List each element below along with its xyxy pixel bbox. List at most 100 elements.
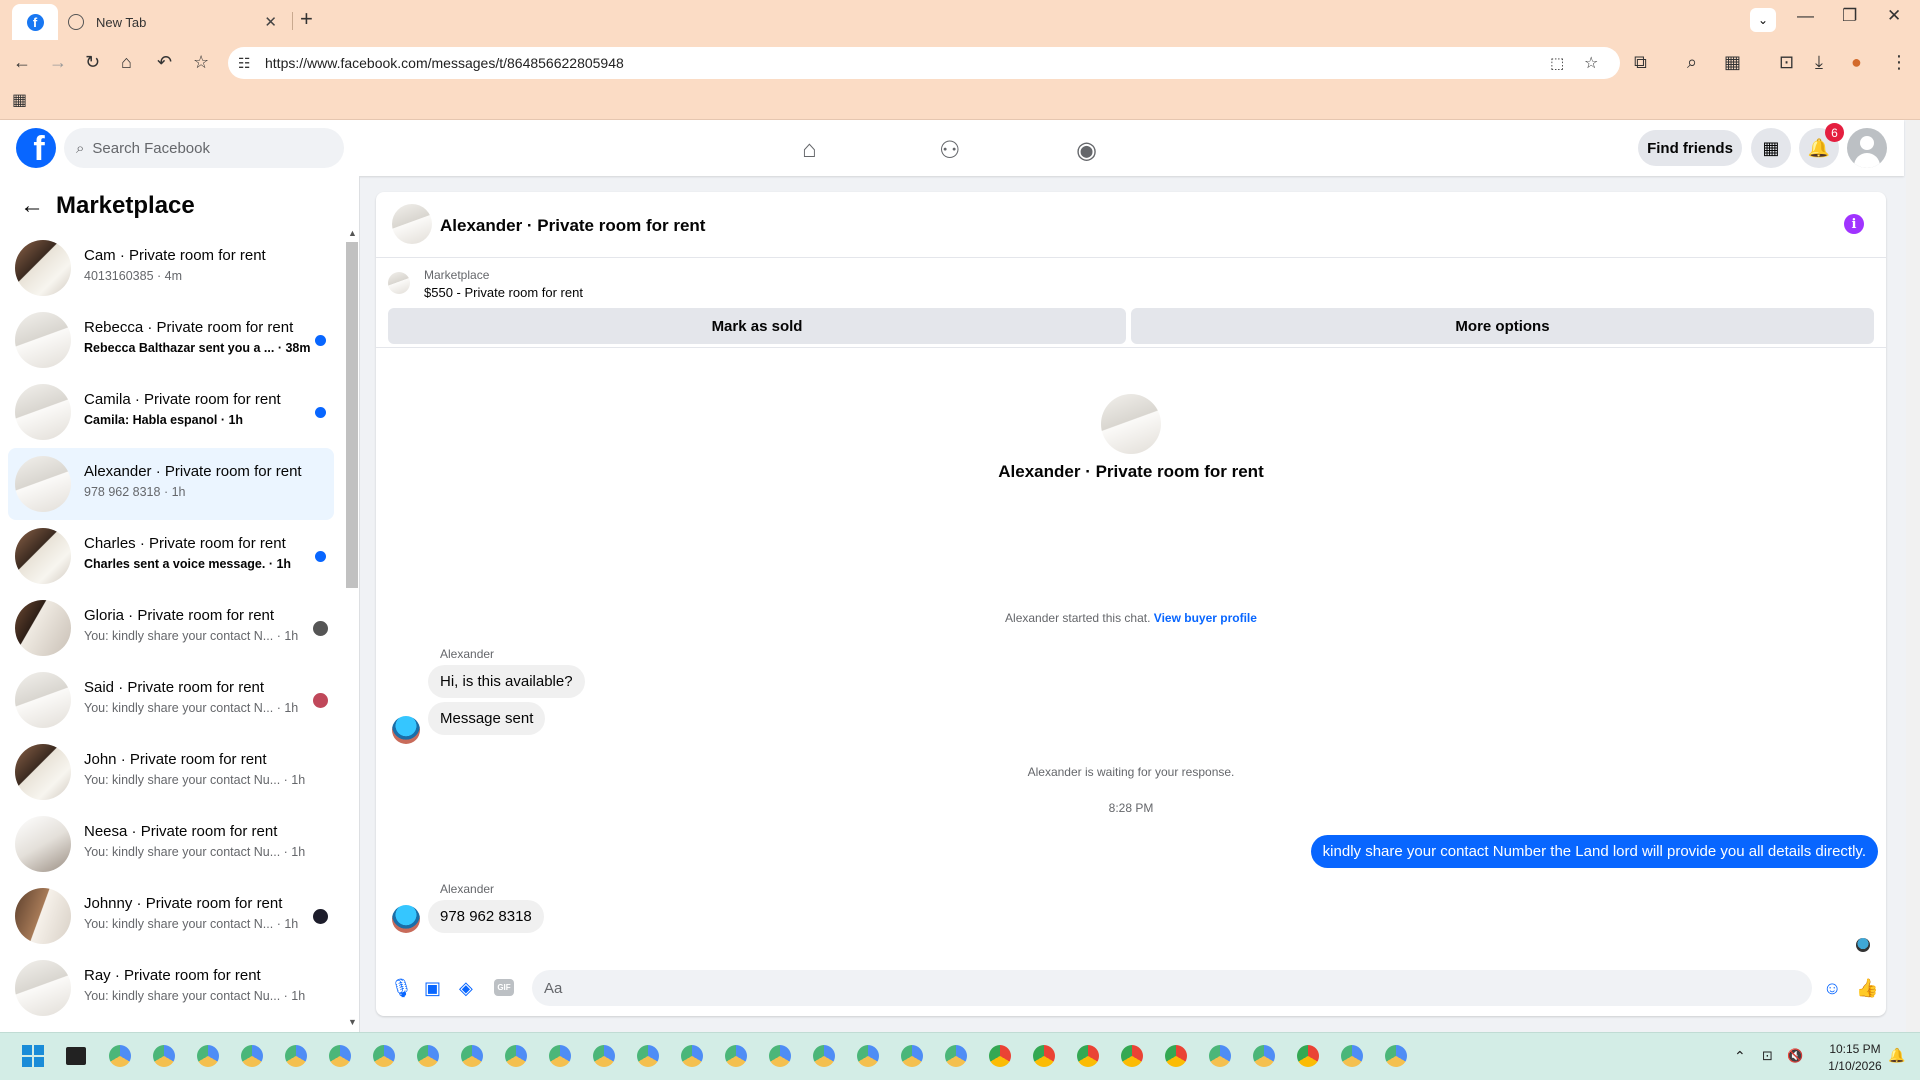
taskbar-browser-icon[interactable] [373,1045,395,1067]
friends-nav-icon[interactable]: ⚇ [939,136,961,165]
conversation-item[interactable]: Gloria · Private room for rent You: kindl… [8,592,334,664]
forward-icon[interactable]: → [49,52,67,73]
tab-facebook[interactable]: f [12,4,58,40]
message-bubble-in[interactable]: 978 962 8318 [428,900,544,933]
mark-as-sold-button[interactable]: Mark as sold [388,308,1126,344]
taskbar-browser-icon[interactable] [285,1045,307,1067]
taskbar-browser-icon[interactable] [1077,1045,1099,1067]
taskbar-browser-icon[interactable] [681,1045,703,1067]
taskbar-browser-icon[interactable] [769,1045,791,1067]
taskbar-browser-icon[interactable] [593,1045,615,1067]
tab-new-tab[interactable]: New Tab ✕ [62,4,287,40]
taskbar-browser-icon[interactable] [857,1045,879,1067]
message-bubble-in[interactable]: Message sent [428,702,546,735]
download-icon[interactable]: ⤓ [1815,52,1823,73]
thumbs-up-icon[interactable]: 👍 [1856,978,1878,999]
back-icon[interactable]: ← [13,52,31,73]
tab-search-icon[interactable]: ⌄ [1750,8,1776,32]
home-icon[interactable]: ⌂ [121,52,132,73]
taskbar-browser-icon[interactable] [1341,1045,1363,1067]
sender-avatar[interactable] [392,716,420,744]
qr-icon[interactable]: ▦ [1724,52,1741,73]
message-bubble-out[interactable]: kindly share your contact Number the Lan… [1310,835,1878,868]
taskbar-browser-icon[interactable] [901,1045,923,1067]
taskbar-browser-icon[interactable] [241,1045,263,1067]
clock[interactable]: 10:15 PM 1/10/2026 [1820,1042,1890,1073]
taskbar-browser-icon[interactable] [109,1045,131,1067]
apps-grid-icon[interactable]: ▦ [12,90,27,110]
zoom-icon[interactable]: ⌕ [1687,52,1697,73]
more-options-button[interactable]: More options [1131,308,1874,344]
conversation-item[interactable]: Said · Private room for rent You: kindly … [8,664,334,736]
profile-icon[interactable]: ● [1851,52,1862,73]
taskbar-browser-icon[interactable] [197,1045,219,1067]
taskbar-browser-icon[interactable] [725,1045,747,1067]
sender-avatar[interactable] [392,905,420,933]
find-friends-button[interactable]: Find friends [1638,130,1742,166]
info-icon[interactable]: i [1844,214,1864,234]
file-explorer-icon[interactable] [66,1047,86,1065]
microphone-icon[interactable]: 🎙 [390,978,413,999]
undo-icon[interactable]: ↶ [157,52,172,73]
message-bubble-in[interactable]: Hi, is this available? [428,665,585,698]
restore-icon[interactable]: ❐ [1842,6,1857,26]
page-scrollbar[interactable] [1906,120,1920,1032]
taskbar-browser-icon[interactable] [417,1045,439,1067]
chat-title[interactable]: Alexander · Private room for rent [440,216,705,236]
bookmark-page-icon[interactable]: ☆ [1584,53,1598,73]
taskbar-browser-icon[interactable] [1033,1045,1055,1067]
gif-icon[interactable]: GIF [494,979,514,996]
listing-price[interactable]: $550 - Private room for rent [424,285,583,300]
start-icon[interactable] [22,1045,44,1067]
view-buyer-profile-link[interactable]: View buyer profile [1154,611,1257,625]
back-arrow-icon[interactable]: ← [20,192,44,220]
taskbar-browser-icon[interactable] [1209,1045,1231,1067]
site-info-icon[interactable]: ☷ [238,55,251,72]
notification-bell-icon[interactable]: 🔔 [1888,1047,1905,1064]
taskbar-browser-icon[interactable] [1121,1045,1143,1067]
taskbar-browser-icon[interactable] [1165,1045,1187,1067]
conversation-item[interactable]: John · Private room for rent You: kindly … [8,736,334,808]
taskbar-browser-icon[interactable] [989,1045,1011,1067]
close-tab-icon[interactable]: ✕ [264,13,277,31]
menu-grid-icon[interactable]: ▦ [1751,128,1791,168]
reload-icon[interactable]: ↻ [85,52,100,73]
sticker-icon[interactable]: ◈ [459,978,473,999]
taskbar-browser-icon[interactable] [1253,1045,1275,1067]
photo-icon[interactable]: ▣ [424,978,441,999]
chat-listing-thumbnail[interactable] [392,204,432,244]
home-nav-icon[interactable]: ⌂ [802,136,817,164]
extensions-icon[interactable]: ⧉ [1634,52,1647,73]
taskbar-browser-icon[interactable] [505,1045,527,1067]
scroll-down-icon[interactable]: ▼ [348,1017,357,1027]
taskbar-browser-icon[interactable] [637,1045,659,1067]
conversation-item[interactable]: Cam · Private room for rent 4013160385 · … [8,232,334,304]
taskbar-browser-icon[interactable] [329,1045,351,1067]
conversation-item[interactable]: Rebecca · Private room for rent Rebecca B… [8,304,334,376]
taskbar-browser-icon[interactable] [813,1045,835,1067]
menu-icon[interactable]: ⋮ [1890,52,1908,73]
scroll-up-icon[interactable]: ▲ [348,228,357,238]
taskbar-browser-icon[interactable] [945,1045,967,1067]
facebook-logo-icon[interactable]: f [16,128,56,168]
taskbar-browser-icon[interactable] [1297,1045,1319,1067]
sidebar-scrollbar[interactable] [346,242,358,588]
network-icon[interactable]: ⊡ [1762,1048,1773,1064]
account-avatar[interactable] [1847,128,1887,168]
install-app-icon[interactable]: ⬚ [1550,54,1564,72]
tray-chevron-icon[interactable]: ⌃ [1734,1048,1746,1065]
taskbar-browser-icon[interactable] [461,1045,483,1067]
close-window-icon[interactable]: ✕ [1887,6,1901,26]
taskbar-browser-icon[interactable] [549,1045,571,1067]
conversation-item[interactable]: Camila · Private room for rent Camila: Ha… [8,376,334,448]
crop-icon[interactable]: ⊡ [1779,52,1794,73]
profile-nav-icon[interactable]: ◉ [1076,136,1097,165]
volume-muted-icon[interactable]: 🔇 [1787,1048,1803,1064]
conversation-item[interactable]: Ray · Private room for rent You: kindly s… [8,952,334,1024]
taskbar-browser-icon[interactable] [153,1045,175,1067]
new-tab-icon[interactable]: + [300,6,313,32]
message-input[interactable]: Aa [532,970,1812,1006]
taskbar-browser-icon[interactable] [1385,1045,1407,1067]
minimize-icon[interactable]: — [1797,6,1814,26]
bookmark-star-icon[interactable]: ☆ [193,52,209,73]
